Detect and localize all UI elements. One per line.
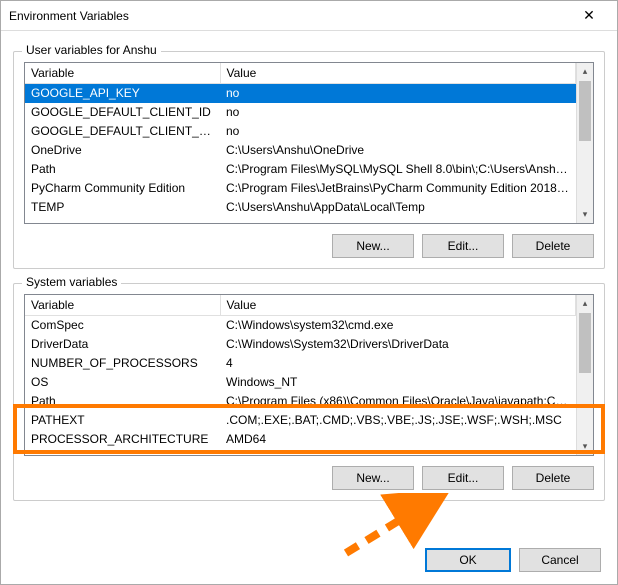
table-row[interactable]: NUMBER_OF_PROCESSORS 4 — [25, 354, 576, 373]
cell-variable: ComSpec — [25, 316, 220, 335]
cell-value: no — [220, 84, 576, 103]
cell-value: C:\Program Files (x86)\Common Files\Orac… — [220, 392, 576, 411]
cell-variable: DriverData — [25, 335, 220, 354]
cell-value: C:\Windows\System32\Drivers\DriverData — [220, 335, 576, 354]
user-delete-button[interactable]: Delete — [512, 234, 594, 258]
cell-value: no — [220, 122, 576, 141]
cell-value: C:\Users\Anshu\AppData\Local\Temp — [220, 198, 576, 217]
cell-value: C:\Windows\system32\cmd.exe — [220, 316, 576, 335]
cell-value: C:\Users\Anshu\OneDrive — [220, 141, 576, 160]
user-edit-button[interactable]: Edit... — [422, 234, 504, 258]
table-row[interactable]: DriverData C:\Windows\System32\Drivers\D… — [25, 335, 576, 354]
table-row[interactable]: PROCESSOR_ARCHITECTURE AMD64 — [25, 430, 576, 449]
table-row[interactable]: GOOGLE_API_KEY no — [25, 84, 576, 103]
cell-variable: GOOGLE_DEFAULT_CLIENT_S... — [25, 122, 220, 141]
cell-value: C:\Program Files\JetBrains\PyCharm Commu… — [220, 179, 576, 198]
scroll-up-icon[interactable]: ▴ — [577, 63, 593, 80]
user-col-variable[interactable]: Variable — [25, 63, 220, 84]
system-col-variable[interactable]: Variable — [25, 295, 220, 316]
table-row[interactable]: ComSpec C:\Windows\system32\cmd.exe — [25, 316, 576, 335]
system-variables-label: System variables — [22, 275, 121, 289]
system-col-value[interactable]: Value — [220, 295, 576, 316]
ok-button[interactable]: OK — [425, 548, 511, 572]
scroll-thumb[interactable] — [579, 313, 591, 373]
titlebar: Environment Variables ✕ — [1, 1, 617, 31]
cell-variable: PATHEXT — [25, 411, 220, 430]
user-buttons-row: New... Edit... Delete — [24, 234, 594, 258]
environment-variables-dialog: Environment Variables ✕ User variables f… — [0, 0, 618, 585]
system-delete-button[interactable]: Delete — [512, 466, 594, 490]
system-variables-table: Variable Value ComSpec C:\Windows\system… — [25, 295, 576, 449]
scroll-thumb[interactable] — [579, 81, 591, 141]
table-row[interactable]: OneDrive C:\Users\Anshu\OneDrive — [25, 141, 576, 160]
system-variables-table-container: Variable Value ComSpec C:\Windows\system… — [24, 294, 594, 456]
scroll-down-icon[interactable]: ▾ — [577, 206, 593, 223]
user-new-button[interactable]: New... — [332, 234, 414, 258]
cell-value: Windows_NT — [220, 373, 576, 392]
user-variables-table-container: Variable Value GOOGLE_API_KEY no GOOGLE_… — [24, 62, 594, 224]
cell-variable: OneDrive — [25, 141, 220, 160]
table-row[interactable]: GOOGLE_DEFAULT_CLIENT_S... no — [25, 122, 576, 141]
cell-variable: TEMP — [25, 198, 220, 217]
content-area: User variables for Anshu Variable Value … — [1, 31, 617, 525]
cell-variable: GOOGLE_DEFAULT_CLIENT_ID — [25, 103, 220, 122]
close-icon[interactable]: ✕ — [569, 2, 609, 30]
cell-variable: PyCharm Community Edition — [25, 179, 220, 198]
dialog-buttons: OK Cancel — [425, 548, 601, 572]
cell-variable: NUMBER_OF_PROCESSORS — [25, 354, 220, 373]
system-scrollbar[interactable]: ▴ ▾ — [576, 295, 593, 455]
dialog-title: Environment Variables — [9, 9, 569, 23]
cell-value: C:\Program Files\MySQL\MySQL Shell 8.0\b… — [220, 160, 576, 179]
user-variables-label: User variables for Anshu — [22, 43, 161, 57]
table-row[interactable]: Path C:\Program Files\MySQL\MySQL Shell … — [25, 160, 576, 179]
cell-variable: GOOGLE_API_KEY — [25, 84, 220, 103]
table-row[interactable]: TEMP C:\Users\Anshu\AppData\Local\Temp — [25, 198, 576, 217]
system-variables-group: System variables Variable Value ComSpec — [13, 283, 605, 501]
system-new-button[interactable]: New... — [332, 466, 414, 490]
cancel-button[interactable]: Cancel — [519, 548, 601, 572]
cell-variable: OS — [25, 373, 220, 392]
cell-value: 4 — [220, 354, 576, 373]
cell-variable: PROCESSOR_ARCHITECTURE — [25, 430, 220, 449]
table-row[interactable]: OS Windows_NT — [25, 373, 576, 392]
cell-variable: Path — [25, 392, 220, 411]
cell-value: .COM;.EXE;.BAT;.CMD;.VBS;.VBE;.JS;.JSE;.… — [220, 411, 576, 430]
user-col-value[interactable]: Value — [220, 63, 576, 84]
user-variables-table: Variable Value GOOGLE_API_KEY no GOOGLE_… — [25, 63, 576, 217]
cell-value: AMD64 — [220, 430, 576, 449]
table-row[interactable]: GOOGLE_DEFAULT_CLIENT_ID no — [25, 103, 576, 122]
system-edit-button[interactable]: Edit... — [422, 466, 504, 490]
scroll-down-icon[interactable]: ▾ — [577, 438, 593, 455]
cell-value: no — [220, 103, 576, 122]
scroll-up-icon[interactable]: ▴ — [577, 295, 593, 312]
user-variables-group: User variables for Anshu Variable Value … — [13, 51, 605, 269]
table-row[interactable]: Path C:\Program Files (x86)\Common Files… — [25, 392, 576, 411]
table-row[interactable]: PATHEXT .COM;.EXE;.BAT;.CMD;.VBS;.VBE;.J… — [25, 411, 576, 430]
cell-variable: Path — [25, 160, 220, 179]
user-scrollbar[interactable]: ▴ ▾ — [576, 63, 593, 223]
system-buttons-row: New... Edit... Delete — [24, 466, 594, 490]
table-row[interactable]: PyCharm Community Edition C:\Program Fil… — [25, 179, 576, 198]
